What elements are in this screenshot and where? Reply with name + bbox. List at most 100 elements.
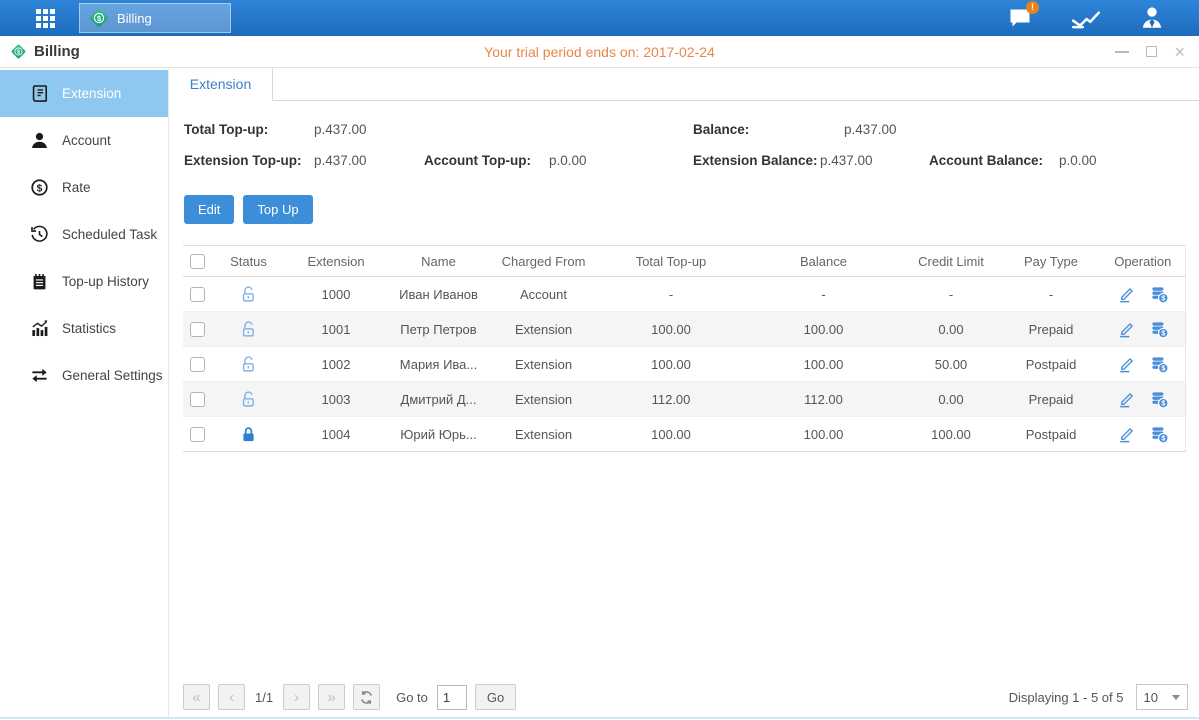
- maximize-button[interactable]: [1146, 44, 1157, 60]
- name-cell: Иван Иванов: [386, 277, 491, 312]
- minimize-button[interactable]: [1115, 44, 1129, 60]
- sidebar-item-label: Top-up History: [62, 274, 149, 289]
- column-header-pay-type: Pay Type: [1001, 246, 1101, 277]
- page-size-select[interactable]: 10: [1136, 684, 1188, 710]
- billing-window-icon: $: [10, 43, 27, 60]
- close-button[interactable]: ×: [1174, 44, 1185, 60]
- svg-text:$: $: [37, 183, 43, 194]
- sidebar-item-label: Rate: [62, 180, 91, 195]
- last-page-button[interactable]: »: [318, 684, 345, 710]
- account-topup-label: Account Top-up:: [424, 153, 531, 168]
- sidebar-item-general-settings[interactable]: General Settings: [0, 352, 168, 399]
- edit-icon[interactable]: [1117, 285, 1136, 304]
- status-cell: [211, 277, 286, 312]
- displaying-status: Displaying 1 - 5 of 5: [1009, 690, 1124, 705]
- prev-page-button[interactable]: ‹: [218, 684, 245, 710]
- account-topup-value: р.0.00: [549, 153, 587, 168]
- desktop-topbar: $ Billing !: [0, 0, 1199, 36]
- name-cell: Юрий Юрь...: [386, 417, 491, 452]
- trial-period-message: Your trial period ends on: 2017-02-24: [484, 44, 715, 60]
- statistics-icon: [30, 319, 49, 338]
- row-checkbox[interactable]: [190, 427, 205, 442]
- row-checkbox[interactable]: [190, 392, 205, 407]
- column-header-credit-limit: Credit Limit: [901, 246, 1001, 277]
- rate-icon: $: [30, 178, 49, 197]
- balance-cell: 100.00: [746, 347, 901, 382]
- total-topup-cell: 112.00: [596, 382, 746, 417]
- notification-badge: !: [1026, 1, 1039, 14]
- pay-type-cell: Prepaid: [1001, 312, 1101, 347]
- go-button[interactable]: Go: [475, 684, 516, 710]
- edit-icon[interactable]: [1117, 425, 1136, 444]
- topup-icon[interactable]: $: [1150, 320, 1169, 339]
- refresh-button[interactable]: [353, 684, 380, 710]
- extension-balance-label: Extension Balance:: [693, 153, 818, 168]
- total-topup-label: Total Top-up:: [184, 122, 268, 137]
- sidebar-item-statistics[interactable]: Statistics: [0, 305, 168, 352]
- top-up-button[interactable]: Top Up: [243, 195, 312, 224]
- edit-icon[interactable]: [1117, 355, 1136, 374]
- sidebar-item-top-up-history[interactable]: Top-up History: [0, 258, 168, 305]
- row-checkbox[interactable]: [190, 322, 205, 337]
- svg-text:$: $: [1161, 329, 1165, 337]
- pay-type-cell: Postpaid: [1001, 417, 1101, 452]
- first-page-button[interactable]: «: [183, 684, 210, 710]
- sidebar-item-rate[interactable]: $ Rate: [0, 164, 168, 211]
- taskbar-app-label: Billing: [117, 11, 152, 26]
- window-titlebar: $ Billing Your trial period ends on: 201…: [0, 36, 1199, 68]
- user-icon[interactable]: [1137, 4, 1167, 32]
- table-row: 1000Иван ИвановAccount----$: [183, 277, 1185, 312]
- tab-bar: Extension: [169, 68, 1199, 101]
- balance-label: Balance:: [693, 122, 749, 137]
- tab-extension[interactable]: Extension: [169, 68, 273, 101]
- balance-cell: 112.00: [746, 382, 901, 417]
- apps-grid-icon[interactable]: [36, 9, 55, 28]
- operation-cell: $: [1101, 277, 1185, 312]
- topup-icon[interactable]: $: [1150, 425, 1169, 444]
- row-checkbox[interactable]: [190, 357, 205, 372]
- sidebar-item-scheduled-task[interactable]: Scheduled Task: [0, 211, 168, 258]
- sidebar-item-extension[interactable]: Extension: [0, 70, 168, 117]
- billing-app-icon: $: [88, 7, 110, 29]
- status-cell: [211, 417, 286, 452]
- topup-icon[interactable]: $: [1150, 285, 1169, 304]
- topup-icon[interactable]: $: [1150, 355, 1169, 374]
- status-cell: [211, 347, 286, 382]
- operation-cell: $: [1101, 382, 1185, 417]
- sidebar-item-label: Extension: [62, 86, 121, 101]
- svg-text:$: $: [1161, 364, 1165, 372]
- taskbar-app-billing[interactable]: $ Billing: [79, 3, 231, 33]
- charged-from-cell: Extension: [491, 312, 596, 347]
- goto-page-input[interactable]: [437, 685, 467, 710]
- topup-icon[interactable]: $: [1150, 390, 1169, 409]
- next-page-button[interactable]: ›: [283, 684, 310, 710]
- select-all-checkbox[interactable]: [190, 254, 205, 269]
- credit-limit-cell: 100.00: [901, 417, 1001, 452]
- table-row: 1003Дмитрий Д...Extension112.00112.000.0…: [183, 382, 1185, 417]
- balance-cell: -: [746, 277, 901, 312]
- charged-from-cell: Extension: [491, 382, 596, 417]
- extensions-table: StatusExtensionNameCharged FromTotal Top…: [183, 245, 1186, 452]
- lock-open-icon: [240, 286, 257, 303]
- messages-icon[interactable]: !: [1005, 4, 1035, 32]
- credit-limit-cell: 50.00: [901, 347, 1001, 382]
- row-checkbox[interactable]: [190, 287, 205, 302]
- column-header-name: Name: [386, 246, 491, 277]
- table-row: 1004Юрий Юрь...Extension100.00100.00100.…: [183, 417, 1185, 452]
- sidebar-item-label: Statistics: [62, 321, 116, 336]
- pay-type-cell: Postpaid: [1001, 347, 1101, 382]
- edit-icon[interactable]: [1117, 320, 1136, 339]
- goto-label: Go to: [396, 690, 428, 705]
- table-row: 1001Петр ПетровExtension100.00100.000.00…: [183, 312, 1185, 347]
- edit-button[interactable]: Edit: [184, 195, 234, 224]
- chart-icon[interactable]: [1071, 4, 1101, 32]
- sidebar-item-label: General Settings: [62, 368, 163, 383]
- name-cell: Петр Петров: [386, 312, 491, 347]
- column-header-status: Status: [211, 246, 286, 277]
- extension-cell: 1004: [286, 417, 386, 452]
- sidebar-item-account[interactable]: Account: [0, 117, 168, 164]
- balance-cell: 100.00: [746, 312, 901, 347]
- edit-icon[interactable]: [1117, 390, 1136, 409]
- total-topup-cell: 100.00: [596, 347, 746, 382]
- sidebar: Extension Account $ Rate Scheduled Task Top-u…: [0, 68, 168, 717]
